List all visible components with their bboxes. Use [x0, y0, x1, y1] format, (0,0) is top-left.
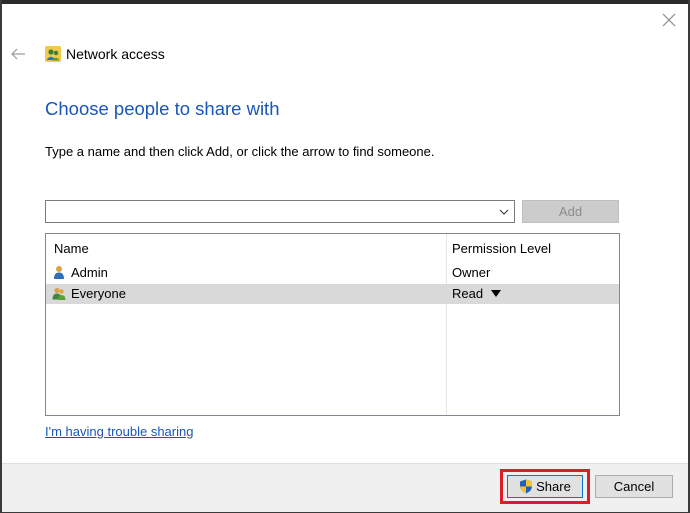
permission-dropdown[interactable]: Read [452, 286, 502, 301]
dropdown-arrow-icon[interactable] [491, 289, 502, 298]
window-frame-top [0, 0, 690, 4]
cancel-button[interactable]: Cancel [595, 475, 673, 498]
instructions-text: Type a name and then click Add, or click… [45, 144, 435, 159]
window-title-text: Network access [66, 46, 165, 62]
row-name: Admin [71, 265, 108, 280]
window-title: Network access [45, 44, 165, 64]
row-permission: Owner [452, 265, 491, 280]
name-input[interactable] [48, 202, 492, 223]
add-button[interactable]: Add [522, 200, 619, 223]
table-row-everyone[interactable]: Everyone Read [46, 284, 619, 304]
table-row-admin[interactable]: Admin Owner [46, 263, 619, 283]
row-permission: Read [452, 286, 484, 301]
network-users-icon [45, 46, 61, 62]
column-header-name[interactable]: Name [54, 241, 89, 256]
column-divider [446, 234, 447, 415]
row-name: Everyone [71, 286, 126, 301]
window-frame-left [0, 0, 2, 513]
page-heading: Choose people to share with [45, 98, 280, 119]
column-header-permission[interactable]: Permission Level [452, 241, 551, 256]
back-arrow-icon[interactable] [9, 45, 27, 63]
sharing-table: Name Permission Level Admin Owner Everyo… [45, 233, 620, 416]
name-combobox[interactable] [45, 200, 515, 223]
chevron-down-icon[interactable] [498, 206, 510, 218]
user-icon [54, 266, 64, 279]
close-icon[interactable] [660, 11, 678, 29]
trouble-sharing-link[interactable]: I'm having trouble sharing [45, 424, 193, 439]
share-button-highlight [500, 469, 590, 504]
group-icon [52, 287, 66, 300]
